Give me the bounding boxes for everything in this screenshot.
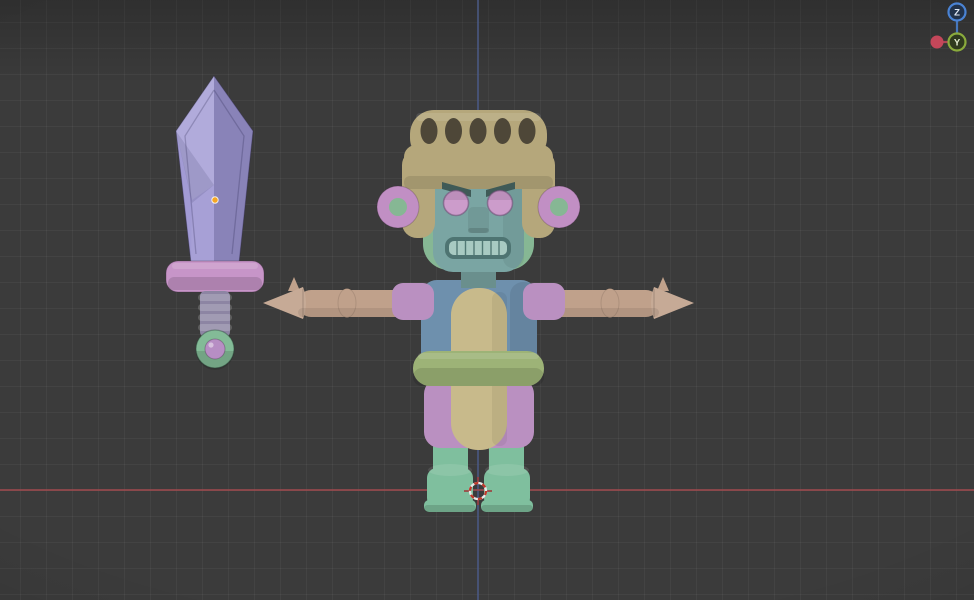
view-axis-gizmo[interactable]: Z Y	[930, 2, 967, 52]
object-origin-point[interactable]	[211, 196, 219, 204]
gizmo-z-label: Z	[954, 8, 960, 19]
character-left-shoulder	[392, 283, 434, 320]
sword-pommel-core	[204, 338, 226, 360]
gizmo-y-label: Y	[954, 38, 961, 49]
character-right-ear	[537, 185, 581, 229]
character-belt	[413, 351, 544, 386]
character-right-shoulder	[523, 283, 565, 320]
gizmo-x-negative-ball[interactable]	[930, 35, 944, 49]
viewport-3d[interactable]: Z Y	[0, 0, 974, 600]
sword-model[interactable]	[165, 75, 265, 370]
character-left-ear	[376, 185, 420, 229]
